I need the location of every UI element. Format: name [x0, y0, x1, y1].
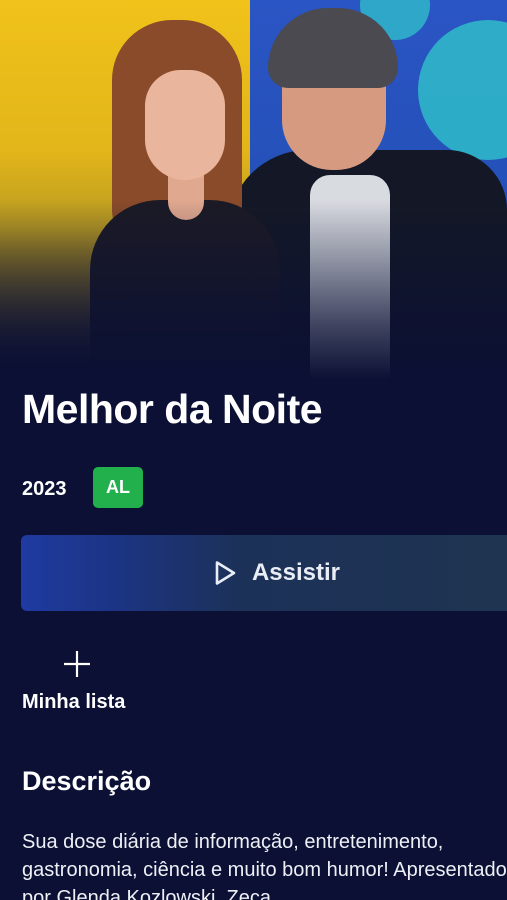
play-icon — [215, 561, 236, 585]
my-list-label: Minha lista — [22, 691, 126, 713]
plus-icon — [64, 651, 90, 677]
show-title: Melhor da Noite — [22, 386, 323, 432]
description-heading: Descrição — [22, 766, 152, 796]
watch-button-label: Assistir — [251, 559, 341, 586]
release-year: 2023 — [22, 478, 67, 500]
host-female-face — [145, 70, 225, 180]
watch-button[interactable]: Assistir — [21, 535, 507, 611]
hero-gradient-fade — [0, 200, 507, 380]
hero-image — [0, 0, 507, 380]
age-rating-badge: AL — [93, 467, 143, 508]
my-list-button[interactable]: Minha lista — [22, 645, 142, 725]
watch-button-content: Assistir — [208, 557, 340, 589]
description-text: Sua dose diária de informação, entreteni… — [22, 831, 507, 900]
